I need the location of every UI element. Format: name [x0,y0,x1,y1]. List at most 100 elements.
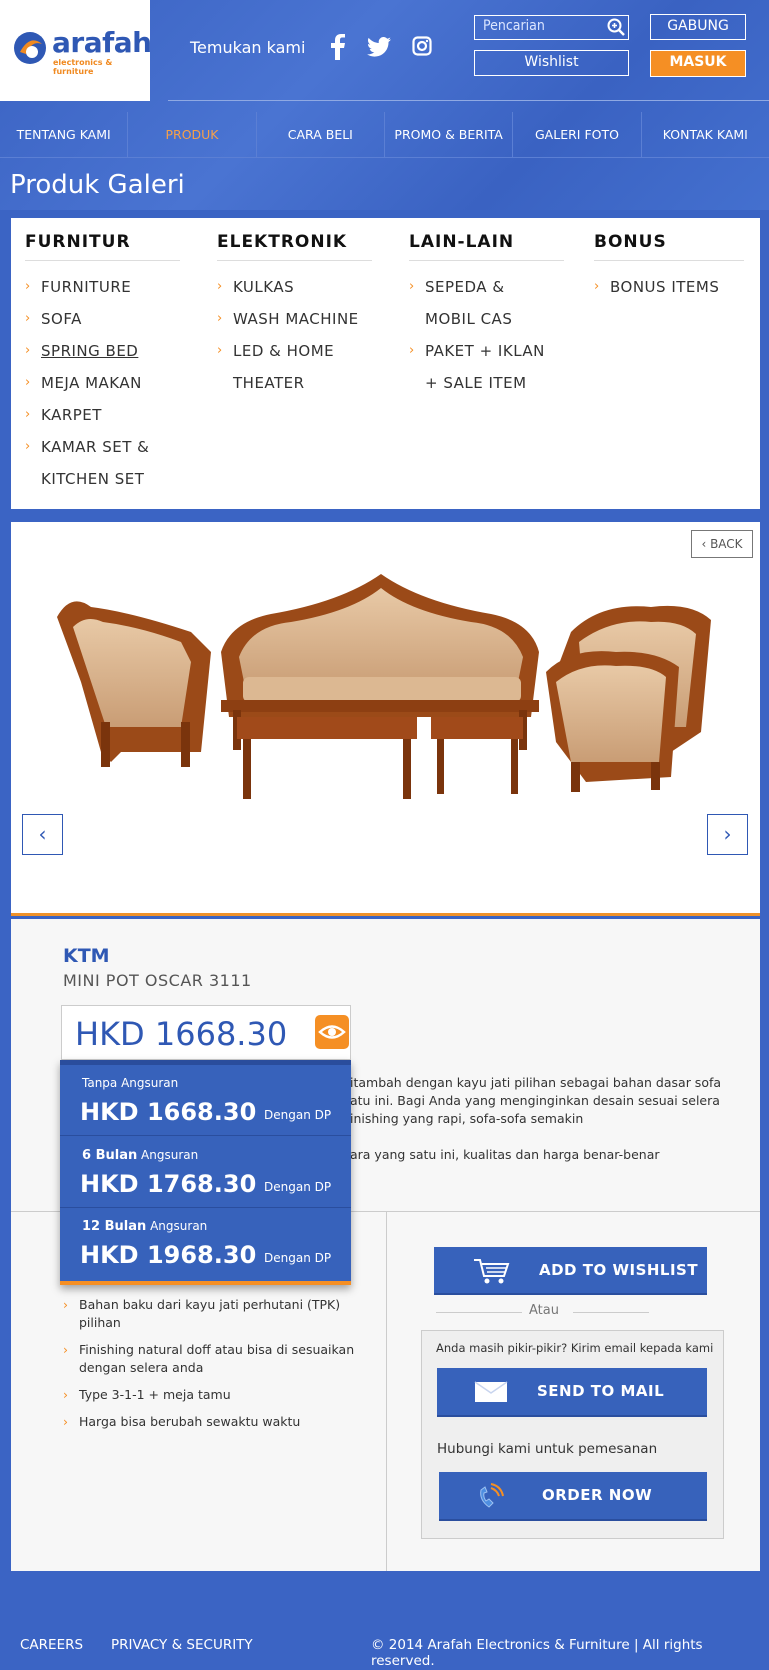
category-heading: ELEKTRONIK [217,232,372,261]
category-item[interactable]: › FURNITURE [25,271,180,303]
installment-price: HKD 1668.30 [80,1098,257,1126]
chevron-right-icon: › [25,311,31,326]
logo-name: arafah [52,26,152,59]
nav-about[interactable]: TENTANG KAMI [0,112,129,157]
category-others: LAIN-LAIN › SEPEDA & MOBIL CAS › PAKET + I… [409,232,564,399]
search-input[interactable]: Pencarian [474,15,629,40]
installment-term: Tanpa Angsuran [82,1076,179,1090]
category-item[interactable]: › MEJA MAKAN [25,367,180,399]
mail-prompt: Anda masih pikir-pikir? Kirim email kepa… [436,1341,714,1355]
nav-how-to-buy[interactable]: CARA BELI [257,112,385,157]
list-item: › Harga bisa berubah sewaktu waktu [63,1414,301,1429]
envelope-icon [474,1381,508,1402]
twitter-icon[interactable] [367,37,391,57]
category-item-continued[interactable]: THEATER [217,367,372,399]
chevron-right-icon: › [63,1297,68,1312]
find-us-label: Temukan kami [190,38,306,57]
chevron-right-icon: › [25,439,31,454]
category-item[interactable]: › KARPET [25,399,180,431]
nav-photo-gallery[interactable]: GALERI FOTO [513,112,642,157]
privacy-link[interactable]: PRIVACY & SECURITY [111,1637,253,1653]
category-item[interactable]: › BONUS ITEMS [594,271,744,303]
eye-icon [318,1025,346,1039]
view-installments-button[interactable] [315,1015,349,1049]
category-furniture: FURNITUR › FURNITURE › SOFA › SPRING BED › M… [25,232,180,495]
category-item[interactable]: › SEPEDA & [409,271,564,303]
category-heading: BONUS [594,232,744,261]
product-price: HKD 1668.30 [75,1015,288,1053]
installment-dp: Dengan DP [264,1251,332,1265]
installment-option[interactable]: 6 Bulan Angsuran HKD 1768.30 Dengan DP [60,1137,351,1208]
send-to-mail-button[interactable]: SEND TO MAIL [437,1368,707,1417]
chevron-right-icon: › [409,343,415,358]
list-item: › Type 3-1-1 + meja tamu [63,1387,231,1402]
installment-option[interactable]: Tanpa Angsuran HKD 1668.30 Dengan DP [60,1065,351,1136]
join-button[interactable]: GABUNG [650,14,746,40]
prev-image-button[interactable]: ‹ [22,814,63,855]
category-item[interactable]: › LED & HOME [217,335,372,367]
or-label: Atau [529,1303,559,1318]
category-item[interactable]: › SPRING BED [25,335,180,367]
chevron-right-icon: › [25,375,31,390]
list-item: › Finishing natural doff atau bisa di ses… [63,1342,355,1375]
order-now-button[interactable]: ORDER NOW [439,1472,707,1521]
category-heading: LAIN-LAIN [409,232,564,261]
chevron-right-icon: › [217,343,223,358]
product-image [57,574,711,799]
facebook-icon[interactable] [330,34,346,60]
chevron-right-icon: › [594,279,600,294]
instagram-icon[interactable] [412,36,432,56]
chevron-right-icon: › [409,279,415,294]
installment-term: 12 Bulan Angsuran [82,1219,208,1234]
phone-icon [480,1483,504,1508]
installment-dp: Dengan DP [264,1180,332,1194]
careers-link[interactable]: CAREERS [20,1637,83,1653]
chevron-right-icon: › [25,343,31,358]
category-panel: FURNITUR › FURNITURE › SOFA › SPRING BED › M… [11,218,760,509]
chevron-right-icon: › [63,1342,68,1357]
chevron-right-icon: › [25,407,31,422]
next-image-button[interactable]: › [707,814,748,855]
product-brand: KTM [63,945,110,967]
search-icon[interactable] [607,18,625,36]
installment-option[interactable]: 12 Bulan Angsuran HKD 1968.30 Dengan DP [60,1208,351,1279]
chevron-right-icon: › [217,311,223,326]
category-item-continued[interactable]: MOBIL CAS [409,303,564,335]
installment-dropdown: Tanpa Angsuran HKD 1668.30 Dengan DP 6 B… [60,1060,351,1285]
cart-icon [474,1259,510,1284]
feature-list: › Bahan baku dari kayu jati perhutani (TP… [63,1296,363,1440]
category-item[interactable]: › KULKAS [217,271,372,303]
logo-icon [14,32,46,64]
price-box: HKD 1668.30 [61,1005,351,1060]
chevron-left-icon: ‹ [38,822,47,846]
chevron-right-icon: › [63,1387,68,1402]
product-gallery: ‹ BACK ‹ › [11,522,760,916]
nav-contact[interactable]: KONTAK KAMI [642,112,769,157]
copyright: © 2014 Arafah Electronics & Furniture | … [371,1637,703,1669]
category-item-continued[interactable]: KITCHEN SET [25,463,180,495]
header-divider [168,100,769,101]
divider [386,1211,387,1571]
chevron-right-icon: › [25,279,31,294]
chevron-right-icon: › [723,822,732,846]
divider [573,1312,649,1313]
installment-dp: Dengan DP [264,1108,332,1122]
category-bonus: BONUS › BONUS ITEMS [594,232,744,303]
category-item-continued[interactable]: + SALE ITEM [409,367,564,399]
category-electronics: ELEKTRONIK › KULKAS › WASH MACHINE › LED & … [217,232,372,399]
main-nav: TENTANG KAMI PRODUK CARA BELI PROMO & BE… [0,112,769,158]
login-button[interactable]: MASUK [650,50,746,77]
add-to-wishlist-button[interactable]: ADD TO WISHLIST [434,1247,707,1295]
product-model: MINI POT OSCAR 3111 [63,971,252,990]
category-item[interactable]: › WASH MACHINE [217,303,372,335]
wishlist-button[interactable]: Wishlist [474,50,629,76]
nav-promo-news[interactable]: PROMO & BERITA [385,112,514,157]
installment-price: HKD 1768.30 [80,1170,257,1198]
category-item[interactable]: › PAKET + IKLAN [409,335,564,367]
logo[interactable]: arafah electronics & furniture [0,0,152,101]
divider [436,1312,522,1313]
category-item[interactable]: › KAMAR SET & [25,431,180,463]
nav-products[interactable]: PRODUK [128,112,257,157]
category-item[interactable]: › SOFA [25,303,180,335]
installment-term: 6 Bulan Angsuran [82,1148,199,1163]
